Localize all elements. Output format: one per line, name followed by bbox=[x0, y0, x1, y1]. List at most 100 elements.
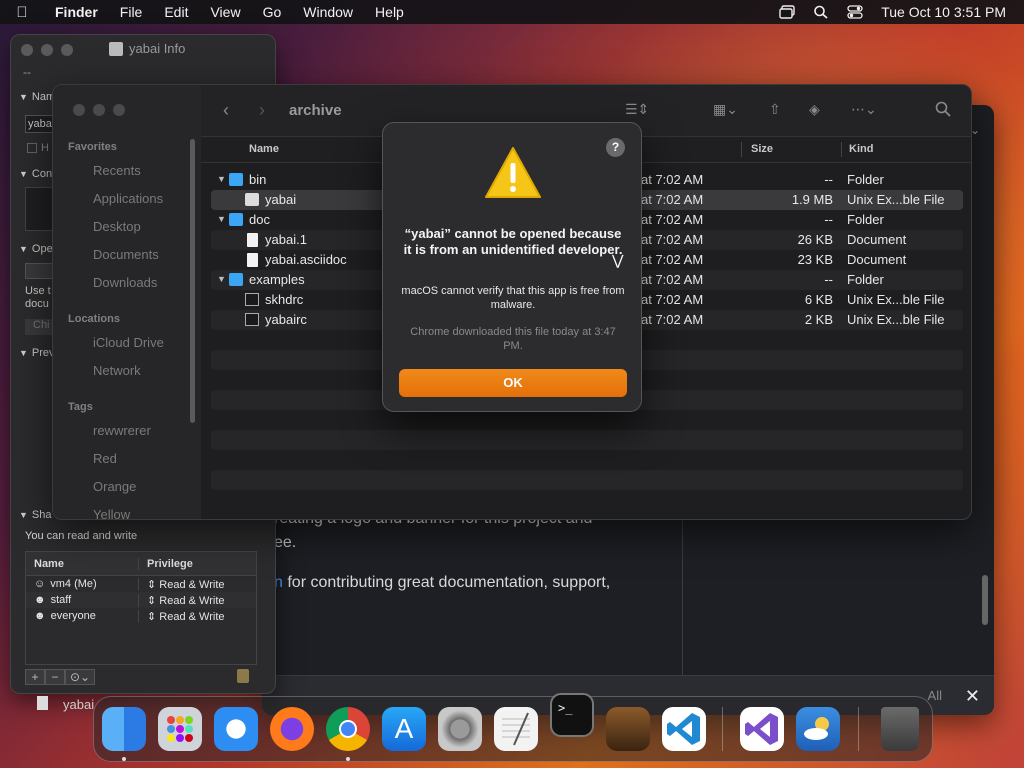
privilege-select-icon: ⇕ bbox=[147, 610, 157, 623]
control-center-icon[interactable] bbox=[847, 5, 863, 19]
menu-clock[interactable]: Tue Oct 10 3:51 PM bbox=[881, 4, 1006, 20]
section-open-with[interactable]: ▼ Ope bbox=[19, 243, 53, 255]
empty-row bbox=[211, 470, 963, 490]
help-button[interactable]: ? bbox=[606, 138, 625, 157]
sidebar-tag-red[interactable]: Red bbox=[93, 451, 117, 466]
lock-icon[interactable] bbox=[237, 669, 249, 683]
section-sharing[interactable]: ▼ Sha bbox=[19, 509, 52, 521]
table-row[interactable]: ☻ staff ⇕ Read & Write bbox=[26, 592, 256, 608]
zoom-window-button[interactable] bbox=[113, 104, 125, 116]
folder-title: archive bbox=[289, 102, 342, 119]
column-header-size[interactable]: Size bbox=[751, 143, 773, 155]
apple-menu-icon[interactable]:  bbox=[0, 4, 44, 21]
column-header-name[interactable]: Name bbox=[26, 558, 138, 570]
running-indicator bbox=[122, 757, 126, 761]
sidebar-item-network[interactable]: Network bbox=[93, 363, 141, 378]
menu-view[interactable]: View bbox=[199, 4, 251, 20]
action-menu-icon[interactable]: ⊙⌄ bbox=[65, 669, 95, 685]
dock-firefox-icon[interactable] bbox=[270, 707, 314, 751]
menu-help[interactable]: Help bbox=[364, 4, 415, 20]
text-cursor-icon: ⋁ bbox=[612, 252, 624, 268]
sidebar-item-downloads[interactable]: Downloads bbox=[93, 275, 157, 290]
dock-trash-icon[interactable] bbox=[881, 707, 919, 751]
add-icon[interactable]: + bbox=[25, 669, 45, 685]
dock-app-store-icon[interactable]: A bbox=[382, 707, 426, 751]
list-view-icon[interactable]: ☰⇕ bbox=[625, 101, 649, 118]
disclosure-open-icon[interactable]: ▼ bbox=[217, 214, 226, 224]
dock-system-settings-icon[interactable] bbox=[438, 707, 482, 751]
alert-heading: “yabai” cannot be opened because it is f… bbox=[403, 226, 623, 257]
dock-safari-icon[interactable] bbox=[214, 707, 258, 751]
screen-mirroring-icon[interactable] bbox=[779, 5, 795, 19]
unidentified-developer-alert: ? “yabai” cannot be opened because it is… bbox=[382, 122, 642, 412]
sidebar-item-applications[interactable]: Applications bbox=[93, 191, 163, 206]
section-name[interactable]: ▼ Nam bbox=[19, 91, 55, 103]
scrollbar[interactable] bbox=[982, 575, 988, 625]
yabai-file-icon bbox=[109, 41, 123, 56]
footer-filename: yabai bbox=[63, 697, 95, 712]
tag-icon[interactable]: ◈ bbox=[809, 101, 820, 118]
empty-row bbox=[211, 430, 963, 450]
minimize-window-button[interactable] bbox=[41, 44, 53, 56]
document-icon bbox=[247, 253, 258, 267]
menu-go[interactable]: Go bbox=[252, 4, 293, 20]
back-button[interactable]: ‹ bbox=[223, 100, 229, 121]
info-summary: -- bbox=[23, 65, 31, 79]
spotlight-search-icon[interactable] bbox=[813, 5, 829, 19]
forward-button[interactable]: › bbox=[259, 100, 265, 121]
ok-button[interactable]: OK bbox=[399, 369, 627, 397]
document-icon bbox=[37, 696, 48, 710]
sidebar-tag-item[interactable]: rewwrerer bbox=[93, 423, 151, 438]
disclosure-open-icon[interactable]: ▼ bbox=[217, 174, 226, 184]
disclosure-open-icon[interactable]: ▼ bbox=[217, 274, 226, 284]
sidebar-tag-yellow[interactable]: Yellow bbox=[93, 507, 130, 519]
dock-textedit-icon[interactable] bbox=[494, 707, 538, 751]
menu-file[interactable]: File bbox=[109, 4, 154, 20]
menu-edit[interactable]: Edit bbox=[153, 4, 199, 20]
close-window-button[interactable] bbox=[21, 44, 33, 56]
close-icon[interactable]: ✕ bbox=[965, 686, 980, 707]
menu-app-finder[interactable]: Finder bbox=[44, 4, 109, 20]
minimize-window-button[interactable] bbox=[93, 104, 105, 116]
action-menu-icon[interactable]: ⋯⌄ bbox=[851, 101, 877, 118]
menu-window[interactable]: Window bbox=[292, 4, 364, 20]
column-header-privilege[interactable]: Privilege bbox=[138, 557, 256, 570]
dock-chrome-icon[interactable] bbox=[326, 707, 370, 751]
sidebar-item-desktop[interactable]: Desktop bbox=[93, 219, 141, 234]
dock-terminal-icon[interactable]: >_ bbox=[550, 693, 594, 737]
sidebar-tag-orange[interactable]: Orange bbox=[93, 479, 136, 494]
table-row[interactable]: ☻ everyone ⇕ Read & Write bbox=[26, 608, 256, 624]
sidebar-scrollbar[interactable] bbox=[190, 139, 195, 423]
dock: A >_ bbox=[93, 693, 933, 762]
search-icon[interactable] bbox=[935, 101, 951, 120]
dock-visual-studio-icon[interactable] bbox=[740, 707, 784, 751]
zoom-window-button[interactable] bbox=[61, 44, 73, 56]
all-button[interactable]: All bbox=[928, 688, 942, 703]
dock-launchpad-icon[interactable] bbox=[158, 707, 202, 751]
sidebar-item-icloud-drive[interactable]: iCloud Drive bbox=[93, 335, 164, 350]
window-title: yabai Info bbox=[109, 41, 185, 56]
sidebar-heading-favorites: Favorites bbox=[68, 141, 117, 153]
dock-weather-icon[interactable] bbox=[796, 707, 840, 751]
sidebar-item-recents[interactable]: Recents bbox=[93, 163, 141, 178]
remove-icon[interactable]: − bbox=[45, 669, 65, 685]
sidebar-heading-tags: Tags bbox=[68, 401, 93, 413]
section-preview[interactable]: ▼ Prev bbox=[19, 347, 55, 359]
column-header-kind[interactable]: Kind bbox=[849, 143, 873, 155]
section-comments[interactable]: ▼ Con bbox=[19, 168, 52, 180]
open-with-hint: docu bbox=[25, 298, 49, 310]
sidebar-item-documents[interactable]: Documents bbox=[93, 247, 159, 262]
column-header-name[interactable]: Name bbox=[249, 143, 279, 155]
hide-extension-checkbox[interactable]: H bbox=[27, 142, 49, 154]
dock-vscode-icon[interactable] bbox=[662, 707, 706, 751]
group-icon[interactable]: ▦⌄ bbox=[713, 101, 738, 118]
permissions-toolbar: + − ⊙⌄ bbox=[25, 669, 95, 685]
sharing-status: You can read and write bbox=[25, 530, 138, 542]
dock-finder-icon[interactable] bbox=[102, 707, 146, 751]
table-row[interactable]: ☺ vm4 (Me) ⇕ Read & Write bbox=[26, 576, 256, 592]
doc-text-line: n for contributing great documentation, … bbox=[274, 574, 610, 592]
close-window-button[interactable] bbox=[73, 104, 85, 116]
dock-garageband-icon[interactable] bbox=[606, 707, 650, 751]
share-icon[interactable]: ⇧ bbox=[769, 101, 781, 118]
privilege-select-icon: ⇕ bbox=[147, 594, 157, 607]
